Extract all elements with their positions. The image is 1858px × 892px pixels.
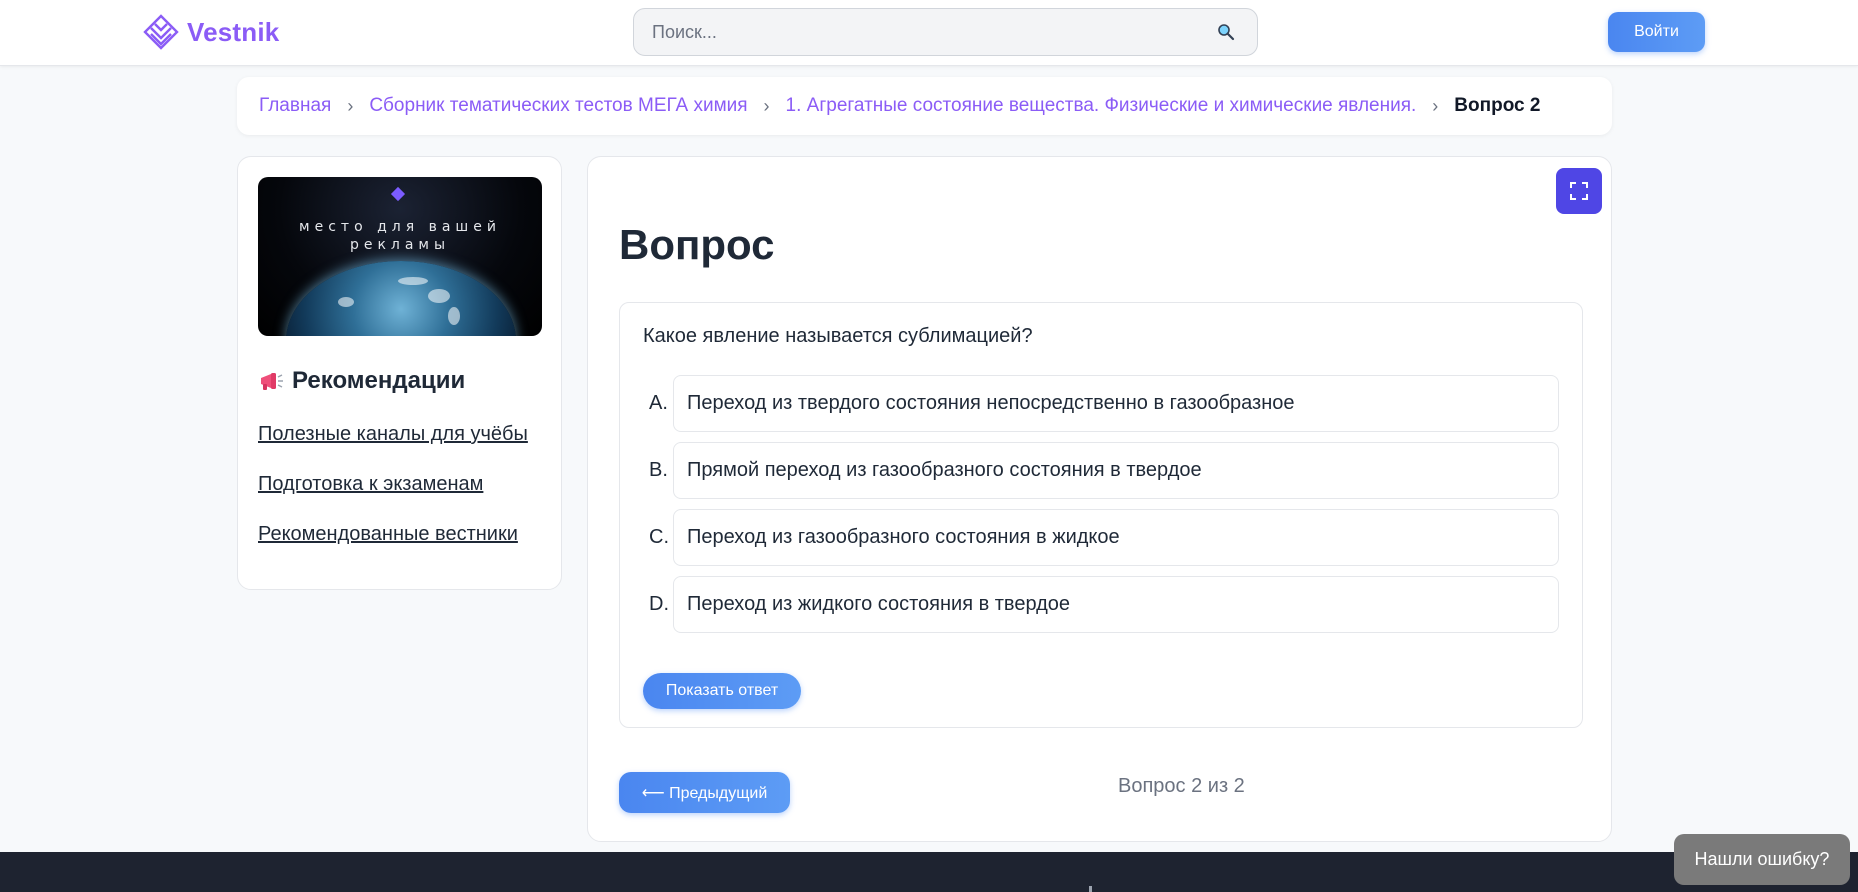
recommendations-title: Рекомендации bbox=[292, 367, 466, 394]
breadcrumb-separator: › bbox=[763, 95, 770, 116]
megaphone-icon bbox=[261, 373, 283, 390]
logo[interactable]: Vestnik bbox=[143, 14, 279, 50]
previous-button[interactable]: ⟵ Предыдущий bbox=[619, 772, 790, 813]
login-button[interactable]: Войти bbox=[1608, 12, 1705, 52]
ad-planet-image bbox=[286, 261, 516, 336]
option-c[interactable]: C. Переход из газообразного состояния в … bbox=[643, 509, 1560, 566]
top-header: Vestnik Войти bbox=[0, 0, 1858, 66]
option-letter: A. bbox=[649, 392, 668, 414]
breadcrumb-current: Вопрос 2 bbox=[1454, 95, 1541, 116]
question-counter: Вопрос 2 из 2 bbox=[1118, 775, 1245, 797]
search-bar bbox=[633, 8, 1258, 56]
option-text[interactable]: Переход из газообразного состояния в жид… bbox=[673, 509, 1559, 566]
ad-banner[interactable]: место для вашей рекламы bbox=[258, 177, 542, 336]
option-text[interactable]: Переход из жидкого состояния в твердое bbox=[673, 576, 1559, 633]
recommendations-heading: Рекомендации bbox=[258, 367, 465, 395]
option-letter: C. bbox=[649, 526, 669, 548]
option-d[interactable]: D. Переход из жидкого состояния в твердо… bbox=[643, 576, 1560, 633]
fullscreen-button[interactable] bbox=[1556, 168, 1602, 214]
breadcrumb-collection[interactable]: Сборник тематических тестов МЕГА химия bbox=[369, 95, 747, 117]
ad-text-line2: рекламы bbox=[349, 237, 451, 253]
show-answer-button[interactable]: Показать ответ bbox=[643, 673, 801, 709]
option-a[interactable]: A. Переход из твердого состояния непосре… bbox=[643, 375, 1560, 432]
link-useful-channels[interactable]: Полезные каналы для учёбы bbox=[258, 423, 528, 446]
breadcrumb: Главная › Сборник тематических тестов МЕ… bbox=[237, 77, 1612, 135]
footer bbox=[0, 852, 1858, 892]
breadcrumb-topic[interactable]: 1. Агрегатные состояние вещества. Физиче… bbox=[786, 95, 1417, 117]
breadcrumb-separator: › bbox=[1432, 95, 1439, 116]
option-text[interactable]: Прямой переход из газообразного состояни… bbox=[673, 442, 1559, 499]
logo-icon bbox=[143, 14, 179, 50]
question-text: Какое явление называется сублимацией? bbox=[643, 325, 1033, 347]
breadcrumb-home[interactable]: Главная bbox=[259, 95, 331, 117]
ad-text-line1: место для вашей bbox=[299, 219, 501, 235]
question-box: Какое явление называется сублимацией? A.… bbox=[619, 302, 1583, 728]
search-input[interactable] bbox=[652, 9, 1192, 55]
option-text[interactable]: Переход из твердого состояния непосредст… bbox=[673, 375, 1559, 432]
breadcrumb-separator: › bbox=[347, 95, 354, 116]
option-b[interactable]: B. Прямой переход из газообразного состо… bbox=[643, 442, 1560, 499]
ad-logo-icon bbox=[390, 186, 406, 202]
link-recommended-vestniks[interactable]: Рекомендованные вестники bbox=[258, 523, 518, 546]
option-letter: B. bbox=[649, 459, 668, 481]
search-icon[interactable] bbox=[1217, 23, 1235, 41]
sidebar: место для вашей рекламы Рекомендации Пол… bbox=[237, 156, 562, 590]
question-card: Вопрос Какое явление называется сублимац… bbox=[587, 156, 1612, 842]
page-title: Вопрос bbox=[619, 221, 775, 268]
footer-mark bbox=[1089, 886, 1092, 892]
fullscreen-icon bbox=[1570, 182, 1588, 200]
report-error-button[interactable]: Нашли ошибку? bbox=[1674, 834, 1850, 885]
ad-text: место для вашей рекламы bbox=[258, 218, 542, 254]
link-exam-prep[interactable]: Подготовка к экзаменам bbox=[258, 473, 483, 496]
logo-text: Vestnik bbox=[187, 16, 280, 47]
option-letter: D. bbox=[649, 593, 669, 615]
